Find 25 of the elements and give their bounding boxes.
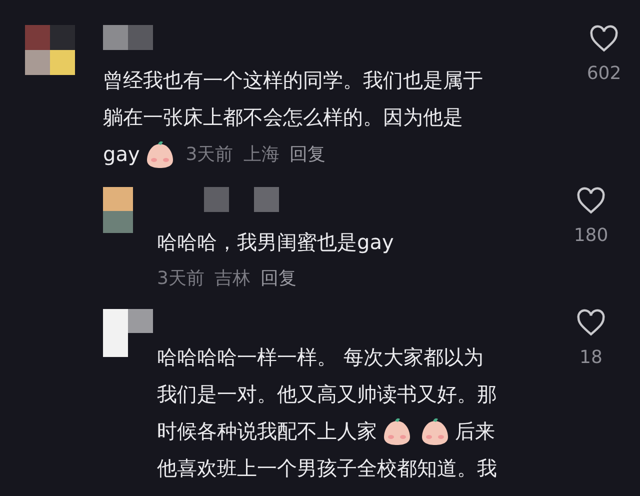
reply-link[interactable]: 回复 xyxy=(289,136,326,173)
comment-text: 后来 xyxy=(455,418,495,445)
heart-icon[interactable] xyxy=(576,187,606,215)
heart-icon[interactable] xyxy=(589,25,619,53)
comment-text: 哈哈哈哈一样一样。 每次大家都以为 xyxy=(157,344,484,371)
comment-text: 躺在一张床上都不会怎么样的。因为他是 xyxy=(103,104,463,131)
comment-text: 我们是一对。他又高又帅读书又好。那 xyxy=(157,381,497,408)
comment-time: 3天前 xyxy=(186,143,234,167)
reply-link[interactable]: 回复 xyxy=(260,261,296,297)
censored-block xyxy=(254,187,279,212)
comment-time: 3天前 xyxy=(157,267,204,291)
comment-text: 时候各种说我配不上人家 xyxy=(157,418,377,445)
comment-text: 曾经我也有一个这样的同学。我们也是属于 xyxy=(103,67,483,94)
censored-block xyxy=(103,25,128,50)
censored-block xyxy=(128,25,153,50)
like-count: 602 xyxy=(586,63,622,84)
heart-icon[interactable] xyxy=(576,309,606,337)
comment-location: 上海 xyxy=(243,143,280,167)
comment-text: gay xyxy=(103,141,140,168)
like-count: 180 xyxy=(574,225,608,246)
comment-location: 吉林 xyxy=(214,267,250,291)
censored-block xyxy=(204,187,229,212)
comment-text: 他喜欢班上一个男孩子全校都知道。我 xyxy=(157,455,497,482)
like-count: 18 xyxy=(580,347,602,368)
comment-text: 哈哈哈，我男闺蜜也是gay xyxy=(157,229,394,256)
